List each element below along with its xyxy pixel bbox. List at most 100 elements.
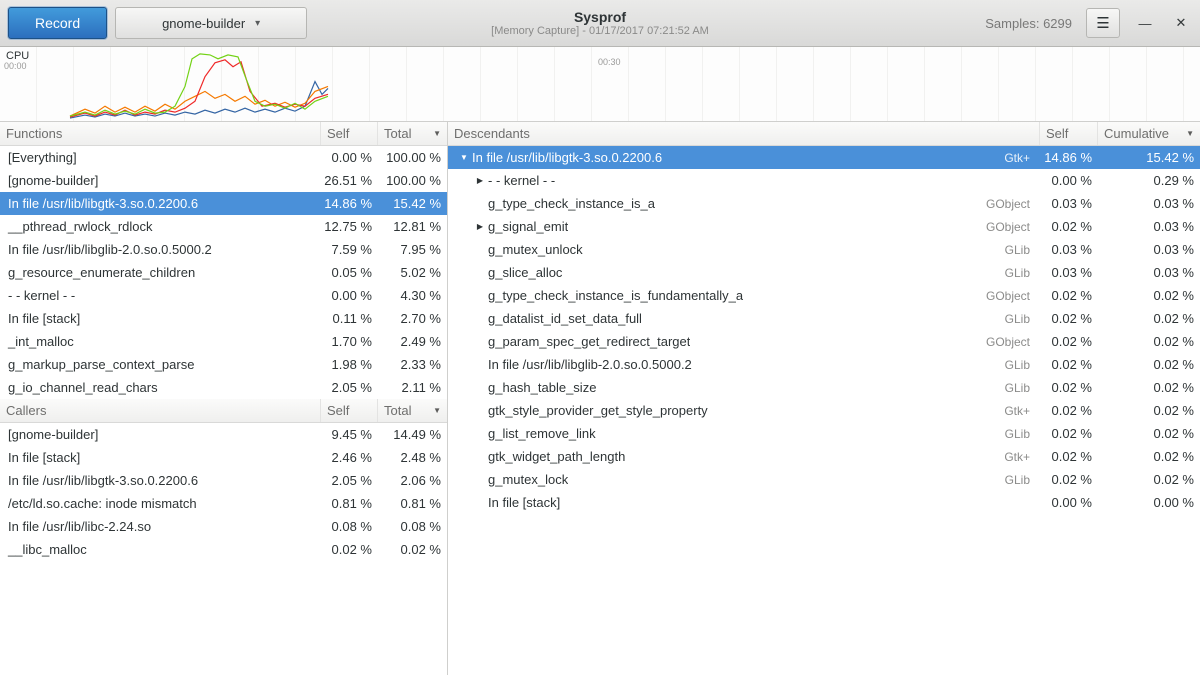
self-percent: 0.81 % [321,496,378,511]
table-row[interactable]: In file [stack]0.11 %2.70 % [0,307,447,330]
cumulative-percent: 0.02 % [1098,334,1200,349]
function-name: In file [stack] [0,311,321,326]
table-row[interactable]: g_type_check_instance_is_fundamentally_a… [448,284,1200,307]
cumulative-percent: 0.02 % [1098,311,1200,326]
table-row[interactable]: g_markup_parse_context_parse1.98 %2.33 % [0,353,447,376]
table-row[interactable]: _int_malloc1.70 %2.49 % [0,330,447,353]
function-name: g_io_channel_read_chars [0,380,321,395]
self-percent: 0.02 % [1040,311,1098,326]
table-row[interactable]: In file [stack]2.46 %2.48 % [0,446,447,469]
cumulative-percent: 0.02 % [1098,426,1200,441]
callers-column-header[interactable]: Callers [0,399,321,422]
descendants-cumulative-label: Cumulative [1104,126,1169,141]
self-percent: 0.02 % [1040,219,1098,234]
callers-total-column-header[interactable]: Total ▼ [378,399,447,422]
total-percent: 2.49 % [378,334,447,349]
descendant-name-cell: g_param_spec_get_redirect_targetGObject [448,334,1040,349]
cumulative-percent: 0.02 % [1098,380,1200,395]
function-name: g_signal_emit [488,219,568,234]
library-badge: GLib [1005,266,1040,280]
header-right: Samples: 6299 ☰ — ✕ [985,8,1192,38]
expander-closed-icon[interactable]: ▶ [472,222,488,231]
expander-closed-icon[interactable]: ▶ [472,176,488,185]
cumulative-percent: 15.42 % [1098,150,1200,165]
cumulative-percent: 0.00 % [1098,495,1200,510]
menu-button[interactable]: ☰ [1086,8,1120,38]
library-badge: GLib [1005,381,1040,395]
table-row[interactable]: gtk_widget_path_lengthGtk+0.02 %0.02 % [448,445,1200,468]
descendants-table: ▼In file /usr/lib/libgtk-3.so.0.2200.6Gt… [448,146,1200,514]
table-row[interactable]: g_io_channel_read_chars2.05 %2.11 % [0,376,447,399]
descendants-self-column-header[interactable]: Self [1040,122,1098,145]
table-row[interactable]: In file /usr/lib/libc-2.24.so0.08 %0.08 … [0,515,447,538]
table-row[interactable]: __pthread_rwlock_rdlock12.75 %12.81 % [0,215,447,238]
main-panes: Functions Self Total ▼ [Everything]0.00 … [0,122,1200,675]
function-name: g_type_check_instance_is_fundamentally_a [488,288,743,303]
library-badge: GLib [1005,243,1040,257]
functions-column-header[interactable]: Functions [0,122,321,145]
descendants-cumulative-column-header[interactable]: Cumulative ▼ [1098,122,1200,145]
self-percent: 2.05 % [321,380,378,395]
total-percent: 0.02 % [378,542,447,557]
table-row[interactable]: ▶g_signal_emitGObject0.02 %0.03 % [448,215,1200,238]
table-row[interactable]: /etc/ld.so.cache: inode mismatch0.81 %0.… [0,492,447,515]
table-row[interactable]: [gnome-builder]26.51 %100.00 % [0,169,447,192]
total-percent: 2.48 % [378,450,447,465]
library-badge: Gtk+ [1004,151,1040,165]
self-percent: 0.02 % [1040,288,1098,303]
table-row[interactable]: g_datalist_id_set_data_fullGLib0.02 %0.0… [448,307,1200,330]
table-row[interactable]: In file /usr/lib/libgtk-3.so.0.2200.62.0… [0,469,447,492]
table-row[interactable]: g_mutex_lockGLib0.02 %0.02 % [448,468,1200,491]
table-row[interactable]: __libc_malloc0.02 %0.02 % [0,538,447,561]
self-percent: 0.02 % [1040,426,1098,441]
table-row[interactable]: In file [stack]0.00 %0.00 % [448,491,1200,514]
cumulative-percent: 0.02 % [1098,449,1200,464]
total-percent: 2.70 % [378,311,447,326]
total-percent: 2.11 % [378,380,447,395]
callers-header: Callers Self Total ▼ [0,399,447,423]
cumulative-percent: 0.02 % [1098,403,1200,418]
self-percent: 0.02 % [1040,403,1098,418]
descendant-name-cell: gtk_widget_path_lengthGtk+ [448,449,1040,464]
function-name: In file /usr/lib/libgtk-3.so.0.2200.6 [0,473,321,488]
minimize-button[interactable]: — [1134,12,1156,34]
process-selector-dropdown[interactable]: gnome-builder ▾ [115,7,307,39]
table-row[interactable]: g_param_spec_get_redirect_targetGObject 0… [448,330,1200,353]
total-percent: 2.33 % [378,357,447,372]
expander-open-icon[interactable]: ▼ [456,153,472,162]
process-selector-label: gnome-builder [162,16,245,31]
descendants-column-header[interactable]: Descendants [448,122,1040,145]
sort-arrow-icon: ▼ [433,129,441,138]
table-row[interactable]: In file /usr/lib/libglib-2.0.so.0.5000.2… [0,238,447,261]
callers-self-column-header[interactable]: Self [321,399,378,422]
table-row[interactable]: In file /usr/lib/libglib-2.0.so.0.5000.2… [448,353,1200,376]
table-row[interactable]: g_type_check_instance_is_aGObject0.03 %0… [448,192,1200,215]
table-row[interactable]: g_hash_table_sizeGLib0.02 %0.02 % [448,376,1200,399]
table-row[interactable]: - - kernel - -0.00 %4.30 % [0,284,447,307]
total-percent: 14.49 % [378,427,447,442]
table-row[interactable]: ▼In file /usr/lib/libgtk-3.so.0.2200.6Gt… [448,146,1200,169]
library-badge: GObject [986,289,1040,303]
functions-total-column-header[interactable]: Total ▼ [378,122,447,145]
close-button[interactable]: ✕ [1170,12,1192,34]
sysprof-window: Record gnome-builder ▾ Sysprof [Memory C… [0,0,1200,675]
table-row[interactable]: ▶- - kernel - -0.00 %0.29 % [448,169,1200,192]
descendant-name-cell: g_list_remove_linkGLib [448,426,1040,441]
table-row[interactable]: [gnome-builder]9.45 %14.49 % [0,423,447,446]
record-button[interactable]: Record [8,7,107,39]
functions-self-column-header[interactable]: Self [321,122,378,145]
sort-arrow-icon: ▼ [433,406,441,415]
cpu-graph[interactable]: CPU 00:00 00:30 [0,47,1200,122]
table-row[interactable]: gtk_style_provider_get_style_propertyGtk… [448,399,1200,422]
library-badge: Gtk+ [1004,450,1040,464]
table-row[interactable]: g_mutex_unlockGLib0.03 %0.03 % [448,238,1200,261]
table-row[interactable]: [Everything]0.00 %100.00 % [0,146,447,169]
table-row[interactable]: In file /usr/lib/libgtk-3.so.0.2200.614.… [0,192,447,215]
table-row[interactable]: g_list_remove_linkGLib0.02 %0.02 % [448,422,1200,445]
descendant-name-cell: g_type_check_instance_is_fundamentally_a… [448,288,1040,303]
table-row[interactable]: g_resource_enumerate_children0.05 %5.02 … [0,261,447,284]
hamburger-icon: ☰ [1096,14,1109,32]
self-percent: 0.03 % [1040,265,1098,280]
descendant-name-cell: In file /usr/lib/libglib-2.0.so.0.5000.2… [448,357,1040,372]
table-row[interactable]: g_slice_allocGLib0.03 %0.03 % [448,261,1200,284]
